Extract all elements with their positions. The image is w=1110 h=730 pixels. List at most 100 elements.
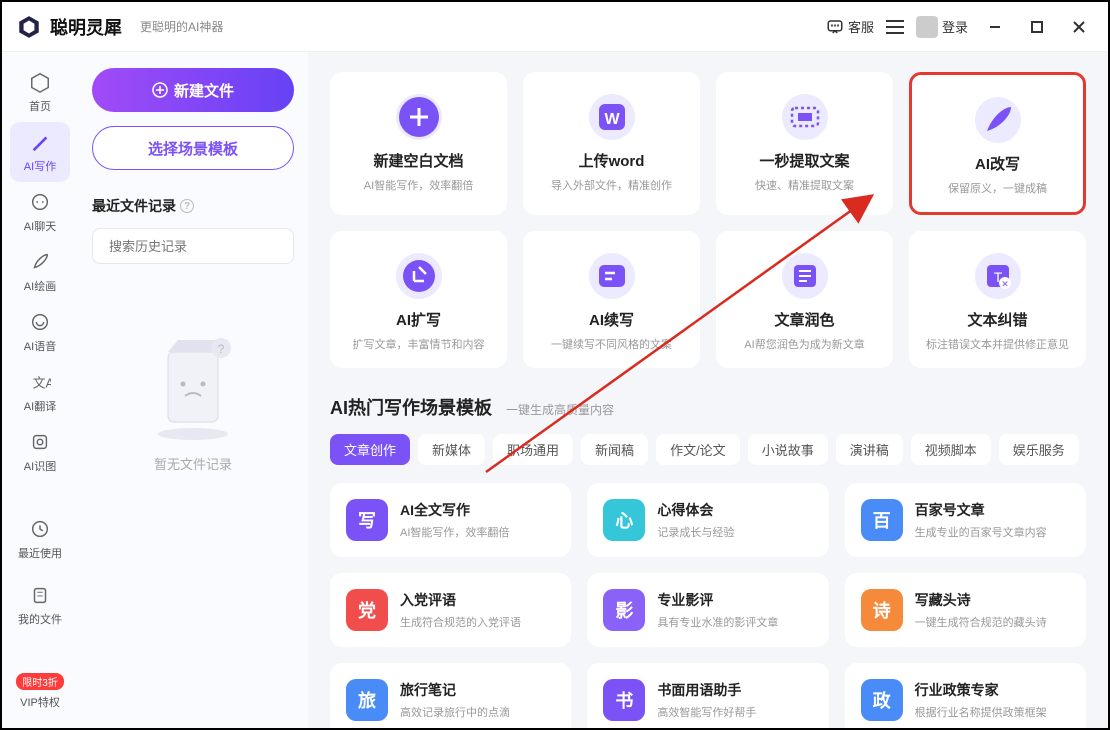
menu-button[interactable] — [886, 20, 904, 34]
template-card-2[interactable]: 百 百家号文章 生成专业的百家号文章内容 — [845, 483, 1086, 557]
sidebar-item-scan[interactable]: AI识图 — [10, 422, 70, 482]
tab-3[interactable]: 新闻稿 — [581, 434, 648, 465]
feather-icon — [975, 97, 1021, 143]
empty-text: 暂无文件记录 — [154, 454, 232, 473]
section-title: AI热门写作场景模板 一键生成高质量内容 — [330, 394, 1086, 420]
feature-card-polish[interactable]: 文章润色 AI帮您润色为成为新文章 — [716, 231, 893, 368]
template-card-0[interactable]: 写 AI全文写作 AI智能写作，效率翻倍 — [330, 483, 571, 557]
minimize-button[interactable] — [980, 12, 1010, 42]
card-title: AI改写 — [922, 153, 1073, 174]
app-logo-icon — [16, 14, 42, 40]
sidebar-item-label: AI识图 — [24, 458, 56, 474]
template-desc: 生成符合规范的入党评语 — [400, 614, 521, 630]
tab-4[interactable]: 作文/论文 — [656, 434, 740, 465]
sidebar-item-files[interactable]: 我的文件 — [10, 575, 70, 635]
template-card-8[interactable]: 政 行业政策专家 根据行业名称提供政策框架 — [845, 663, 1086, 728]
card-desc: 导入外部文件，精准创作 — [533, 177, 690, 193]
tab-0[interactable]: 文章创作 — [330, 434, 410, 465]
correct-icon: T✕ — [975, 253, 1021, 299]
template-desc: 根据行业名称提供政策框架 — [915, 704, 1047, 720]
template-desc: 生成专业的百家号文章内容 — [915, 524, 1047, 540]
sidebar-item-pen[interactable]: AI写作 — [10, 122, 70, 182]
feature-card-expand[interactable]: AI扩写 扩写文章，丰富情节和内容 — [330, 231, 507, 368]
tab-8[interactable]: 娱乐服务 — [999, 434, 1079, 465]
avatar-icon — [916, 16, 938, 38]
tab-2[interactable]: 职场通用 — [493, 434, 573, 465]
template-title: 百家号文章 — [915, 500, 1047, 520]
new-file-button[interactable]: 新建文件 — [92, 68, 294, 112]
continue-icon — [589, 253, 635, 299]
svg-text:✕: ✕ — [1001, 279, 1009, 289]
plus-circle-icon — [152, 82, 168, 98]
svg-text:?: ? — [218, 342, 225, 356]
card-desc: 扩写文章，丰富情节和内容 — [340, 336, 497, 352]
template-desc: 高效智能写作好帮手 — [657, 704, 756, 720]
discount-badge: 限时3折 — [16, 673, 64, 690]
sidebar-item-chat[interactable]: AI聊天 — [10, 182, 70, 242]
login-button[interactable]: 登录 — [916, 16, 968, 38]
brush-icon — [28, 250, 52, 274]
template-card-5[interactable]: 诗 写藏头诗 一键生成符合规范的藏头诗 — [845, 573, 1086, 647]
template-card-6[interactable]: 旅 旅行笔记 高效记录旅行中的点滴 — [330, 663, 571, 728]
tab-5[interactable]: 小说故事 — [748, 434, 828, 465]
expand-icon — [396, 253, 442, 299]
logo: 聪明灵犀 更聪明的AI神器 — [16, 14, 223, 40]
app-slogan: 更聪明的AI神器 — [140, 18, 223, 35]
translate-icon: 文A — [28, 370, 52, 394]
search-box[interactable] — [92, 228, 294, 264]
sidebar-item-home[interactable]: 首页 — [10, 62, 70, 122]
feature-card-extract[interactable]: 一秒提取文案 快速、精准提取文案 — [716, 72, 893, 215]
tab-1[interactable]: 新媒体 — [418, 434, 485, 465]
tab-7[interactable]: 视频脚本 — [911, 434, 991, 465]
app-name: 聪明灵犀 — [50, 14, 122, 40]
feature-card-correct[interactable]: T✕ 文本纠错 标注错误文本并提供修正意见 — [909, 231, 1086, 368]
sidebar-item-brush[interactable]: AI绘画 — [10, 242, 70, 302]
polish-icon — [782, 253, 828, 299]
tabs-row: 文章创作新媒体职场通用新闻稿作文/论文小说故事演讲稿视频脚本娱乐服务 — [330, 434, 1086, 465]
clock-icon — [28, 517, 52, 541]
support-label: 客服 — [848, 17, 874, 36]
template-title: 行业政策专家 — [915, 680, 1047, 700]
sidebar-item-vip[interactable]: 限时3折 VIP特权 — [10, 641, 70, 718]
help-icon[interactable]: ? — [180, 199, 194, 213]
tab-6[interactable]: 演讲稿 — [836, 434, 903, 465]
pen-icon — [28, 130, 52, 154]
template-card-3[interactable]: 党 入党评语 生成符合规范的入党评语 — [330, 573, 571, 647]
sidebar-item-translate[interactable]: 文A AI翻译 — [10, 362, 70, 422]
close-button[interactable] — [1064, 12, 1094, 42]
plus-icon — [396, 94, 442, 140]
feature-card-plus[interactable]: 新建空白文档 AI智能写作，效率翻倍 — [330, 72, 507, 215]
template-icon: 政 — [861, 679, 903, 721]
card-desc: AI帮您润色为成为新文章 — [726, 336, 883, 352]
feature-card-continue[interactable]: AI续写 一键续写不同风格的文案 — [523, 231, 700, 368]
maximize-button[interactable] — [1022, 12, 1052, 42]
recent-header: 最近文件记录 ? — [92, 196, 294, 216]
template-card-1[interactable]: 心 心得体会 记录成长与经验 — [587, 483, 828, 557]
template-icon: 心 — [603, 499, 645, 541]
select-template-button[interactable]: 选择场景模板 — [92, 126, 294, 170]
feature-card-word[interactable]: W 上传word 导入外部文件，精准创作 — [523, 72, 700, 215]
voice-icon — [28, 310, 52, 334]
card-title: AI扩写 — [340, 309, 497, 330]
card-desc: 快速、精准提取文案 — [726, 177, 883, 193]
sidebar-item-clock[interactable]: 最近使用 — [10, 509, 70, 569]
template-icon: 影 — [603, 589, 645, 631]
card-desc: AI智能写作，效率翻倍 — [340, 177, 497, 193]
template-card-4[interactable]: 影 专业影评 具有专业水准的影评文章 — [587, 573, 828, 647]
sidebar-item-voice[interactable]: AI语音 — [10, 302, 70, 362]
support-button[interactable]: 客服 — [826, 17, 874, 36]
sidebar: 首页 AI写作 AI聊天 AI绘画 AI语音 文A AI翻译 AI识图 最近使用… — [2, 52, 78, 728]
template-desc: 一键生成符合规范的藏头诗 — [915, 614, 1047, 630]
home-icon — [28, 70, 52, 94]
template-card-7[interactable]: 书 书面用语助手 高效智能写作好帮手 — [587, 663, 828, 728]
feature-card-feather[interactable]: AI改写 保留原义，一键成稿 — [909, 72, 1086, 215]
section-main: AI热门写作场景模板 — [330, 394, 492, 420]
search-input[interactable] — [109, 239, 285, 254]
template-title: 旅行笔记 — [400, 680, 510, 700]
sidebar-item-label: AI写作 — [24, 158, 56, 174]
content-area: 新建空白文档 AI智能写作，效率翻倍 W 上传word 导入外部文件，精准创作 … — [308, 52, 1108, 728]
sidebar-item-label: AI聊天 — [24, 218, 56, 234]
word-icon: W — [589, 94, 635, 140]
sidebar-item-label: AI翻译 — [24, 398, 56, 414]
card-title: 一秒提取文案 — [726, 150, 883, 171]
